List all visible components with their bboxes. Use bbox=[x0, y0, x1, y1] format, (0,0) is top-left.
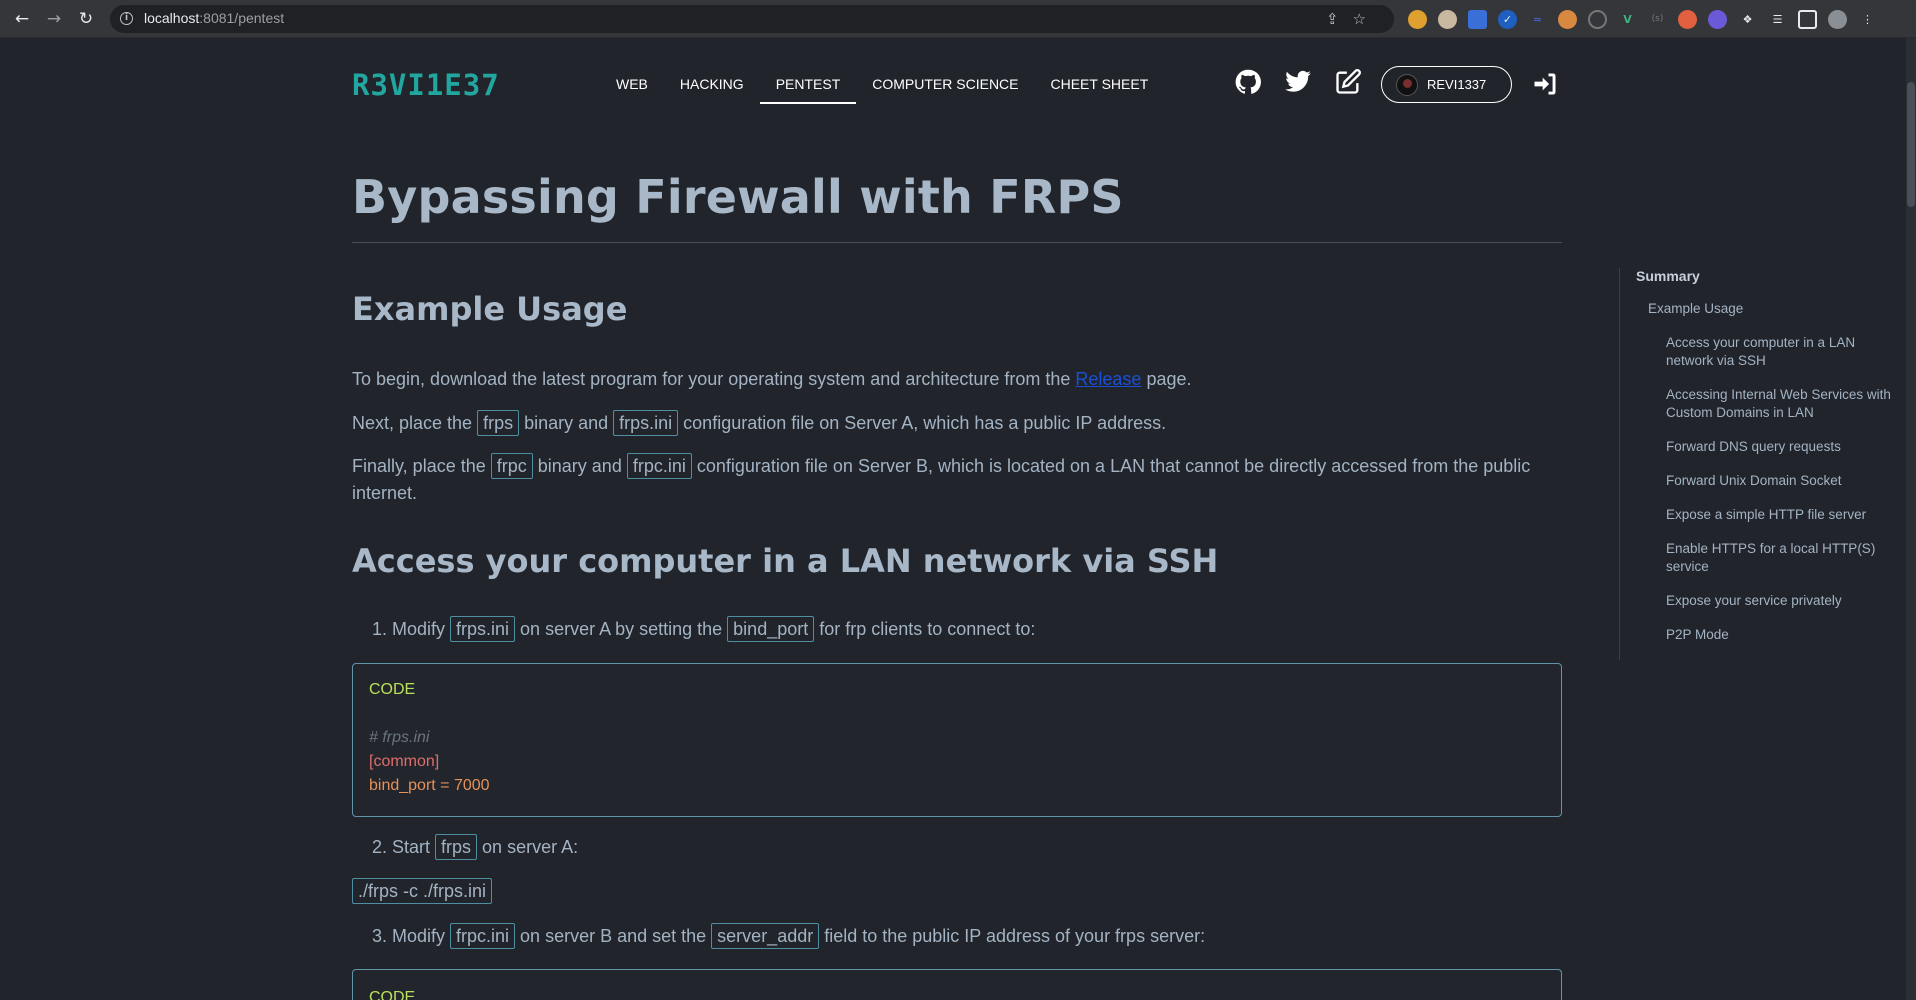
code-block-frpc[interactable]: CODE bbox=[352, 969, 1562, 1000]
table-of-contents: Summary Example Usage Access your comput… bbox=[1619, 268, 1891, 660]
extension-icon[interactable] bbox=[1678, 9, 1697, 29]
login-icon[interactable] bbox=[1531, 70, 1559, 98]
paragraph-server-b: Finally, place the frpc binary and frpc.… bbox=[352, 453, 1562, 507]
translate-extension-icon[interactable] bbox=[1468, 9, 1487, 29]
toc-item[interactable]: Forward Unix Domain Socket bbox=[1666, 472, 1896, 490]
forward-icon[interactable]: → bbox=[44, 9, 64, 29]
nav-computer-science[interactable]: COMPUTER SCIENCE bbox=[856, 74, 1034, 104]
wave-extension-icon[interactable]: ≈ bbox=[1528, 10, 1547, 29]
inline-code: frps.ini bbox=[613, 410, 679, 436]
menu-dots-icon[interactable]: ⋮ bbox=[1858, 10, 1877, 29]
inline-code: frps bbox=[435, 834, 478, 860]
inline-code: frps.ini bbox=[450, 616, 516, 642]
nav-cheet-sheet[interactable]: CHEET SHEET bbox=[1035, 74, 1165, 104]
profile-avatar[interactable] bbox=[1828, 9, 1847, 29]
code-section: [common] bbox=[369, 753, 440, 770]
code-label: CODE bbox=[369, 681, 416, 698]
scroll-thumb[interactable] bbox=[1907, 82, 1915, 207]
inline-code: bind_port bbox=[727, 616, 815, 642]
share-icon[interactable]: ⇪ bbox=[1326, 10, 1353, 28]
nav-hacking[interactable]: HACKING bbox=[664, 74, 760, 104]
inline-code: ./frps -c ./frps.ini bbox=[352, 878, 493, 904]
toc-item[interactable]: Expose a simple HTTP file server bbox=[1666, 506, 1896, 524]
inline-code: server_addr bbox=[711, 923, 820, 949]
inline-code: frpc.ini bbox=[626, 453, 692, 479]
paragraph-server-a: Next, place the frps binary and frps.ini… bbox=[352, 410, 1166, 437]
side-panel-icon[interactable] bbox=[1798, 9, 1817, 29]
inline-code: frps bbox=[477, 410, 520, 436]
inline-code: frpc.ini bbox=[450, 923, 516, 949]
section-heading-ssh: Access your computer in a LAN network vi… bbox=[352, 542, 1219, 580]
code-comment: # frps.ini bbox=[369, 729, 430, 746]
toc-item[interactable]: Enable HTTPS for a local HTTP(S) service bbox=[1666, 540, 1896, 576]
section-heading-example-usage: Example Usage bbox=[352, 290, 628, 328]
toc-item[interactable]: Example Usage bbox=[1648, 300, 1889, 318]
url-text[interactable]: localhost:8081/pentest bbox=[144, 10, 284, 26]
reload-icon[interactable]: ↻ bbox=[76, 9, 96, 29]
toc-item[interactable]: P2P Mode bbox=[1666, 626, 1896, 644]
extensions-bar: ✓ ≈ V (s) ❖ ☰ ⋮ bbox=[1408, 9, 1877, 29]
vue-extension-icon[interactable]: V bbox=[1618, 10, 1637, 29]
extension-icon[interactable] bbox=[1708, 9, 1727, 29]
browser-toolbar: ← → ↻ i localhost:8081/pentest ⇪☆ ✓ ≈ V … bbox=[0, 0, 1916, 38]
edit-icon[interactable] bbox=[1334, 68, 1362, 96]
step-3: 3. Modify frpc.ini on server B and set t… bbox=[372, 923, 1205, 950]
header-icons bbox=[1234, 68, 1362, 96]
paragraph-download: To begin, download the latest program fo… bbox=[352, 369, 1192, 389]
toc-title: Summary bbox=[1636, 268, 1700, 284]
article: Bypassing Firewall with FRPS Example Usa… bbox=[352, 170, 1562, 1000]
site-logo[interactable]: R3VI1E37 bbox=[352, 68, 500, 102]
main-nav: WEB HACKING PENTEST COMPUTER SCIENCE CHE… bbox=[600, 74, 1164, 104]
toc-item[interactable]: Accessing Internal Web Services with Cus… bbox=[1666, 386, 1896, 422]
toc-item[interactable]: Access your computer in a LAN network vi… bbox=[1666, 334, 1896, 370]
puzzle-icon[interactable]: ❖ bbox=[1738, 10, 1757, 29]
code-block-frps[interactable]: CODE # frps.ini [common] bind_port = 700… bbox=[352, 663, 1562, 817]
github-icon[interactable] bbox=[1234, 68, 1262, 96]
address-bar[interactable]: i localhost:8081/pentest ⇪☆ bbox=[110, 5, 1394, 33]
avatar bbox=[1396, 73, 1418, 96]
check-extension-icon[interactable]: ✓ bbox=[1498, 9, 1517, 29]
twitter-icon[interactable] bbox=[1284, 68, 1312, 96]
loading-extension-icon[interactable] bbox=[1588, 9, 1607, 29]
toc-item[interactable]: Expose your service privately bbox=[1666, 592, 1896, 610]
command-line: ./frps -c ./frps.ini bbox=[352, 878, 493, 905]
release-link[interactable]: Release bbox=[1075, 369, 1141, 389]
site-info-icon[interactable]: i bbox=[120, 12, 133, 25]
user-profile-button[interactable]: REVI1337 bbox=[1381, 66, 1512, 103]
back-icon[interactable]: ← bbox=[12, 9, 32, 29]
extension-icon[interactable] bbox=[1438, 9, 1457, 29]
code-line: bind_port = 7000 bbox=[369, 777, 490, 794]
extension-icon[interactable] bbox=[1558, 9, 1577, 29]
scrollbar[interactable] bbox=[1906, 38, 1916, 1000]
toc-item[interactable]: Forward DNS query requests bbox=[1666, 438, 1896, 456]
cookie-extension-icon[interactable] bbox=[1408, 9, 1427, 29]
nav-pentest[interactable]: PENTEST bbox=[759, 74, 857, 104]
extension-icon[interactable]: (s) bbox=[1648, 10, 1667, 29]
user-name: REVI1337 bbox=[1427, 77, 1487, 92]
bookmark-star-icon[interactable]: ☆ bbox=[1353, 10, 1380, 28]
page-title: Bypassing Firewall with FRPS bbox=[352, 170, 1562, 243]
nav-web[interactable]: WEB bbox=[600, 74, 664, 104]
code-label: CODE bbox=[369, 989, 416, 1000]
reading-list-icon[interactable]: ☰ bbox=[1768, 10, 1787, 29]
step-1: 1. Modify frps.ini on server A by settin… bbox=[372, 616, 1035, 643]
inline-code: frpc bbox=[490, 453, 533, 479]
step-2: 2. Start frps on server A: bbox=[372, 834, 578, 861]
